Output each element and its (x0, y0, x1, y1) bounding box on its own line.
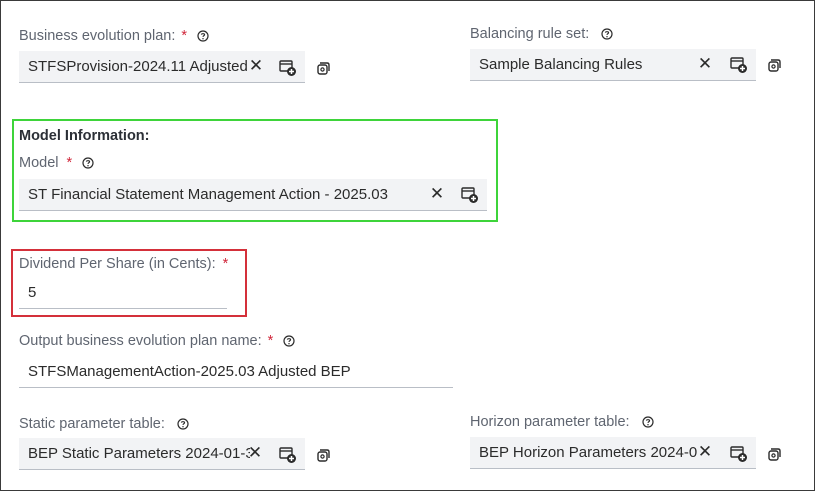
output-bep-name-value: STFSManagementAction-2025.03 Adjusted BE… (28, 363, 351, 380)
reset-icon[interactable] (766, 57, 782, 73)
horizon-parameter-table-label: Horizon parameter table: (470, 414, 654, 430)
balancing-rule-set-label: Balancing rule set: (470, 26, 613, 42)
business-evolution-plan-label: Business evolution plan: * (19, 28, 209, 44)
help-icon[interactable] (601, 28, 613, 40)
reset-icon[interactable] (315, 60, 331, 76)
output-bep-name-label: Output business evolution plan name: * (19, 333, 295, 349)
reset-icon[interactable] (766, 446, 782, 462)
model-field[interactable]: ST Financial Statement Management Action… (19, 179, 487, 211)
output-bep-name-input[interactable]: STFSManagementAction-2025.03 Adjusted BE… (19, 356, 453, 388)
balancing-rule-set-value: Sample Balancing Rules (479, 56, 643, 73)
required-marker: * (222, 256, 229, 272)
dividend-per-share-input[interactable]: 5 (19, 277, 227, 309)
model-label: Model * (19, 155, 94, 171)
static-parameter-table-value: BEP Static Parameters 2024-01-3 (28, 445, 250, 462)
clear-icon[interactable]: ✕ (697, 443, 713, 461)
add-table-icon[interactable] (730, 56, 748, 74)
dividend-per-share-label: Dividend Per Share (in Cents): * (19, 256, 229, 272)
add-table-icon[interactable] (730, 445, 748, 463)
business-evolution-plan-value: STFSProvision-2024.11 Adjusted (28, 58, 248, 75)
add-table-icon[interactable] (461, 186, 479, 204)
horizon-parameter-table-field[interactable]: BEP Horizon Parameters 2024-0 ✕ (470, 437, 756, 469)
add-table-icon[interactable] (279, 446, 297, 464)
help-icon[interactable] (197, 30, 209, 42)
parameters-panel: Business evolution plan: * STFSProvision… (0, 0, 815, 491)
help-icon[interactable] (283, 335, 295, 347)
required-marker: * (66, 155, 73, 171)
reset-icon[interactable] (315, 447, 331, 463)
help-icon[interactable] (82, 157, 94, 169)
help-icon[interactable] (177, 418, 189, 430)
clear-icon[interactable]: ✕ (247, 444, 263, 462)
required-marker: * (267, 333, 274, 349)
clear-icon[interactable]: ✕ (248, 57, 264, 75)
clear-icon[interactable]: ✕ (429, 185, 445, 203)
static-parameter-table-label: Static parameter table: (19, 416, 189, 432)
help-icon[interactable] (642, 416, 654, 428)
dividend-per-share-value: 5 (28, 284, 37, 301)
balancing-rule-set-field[interactable]: Sample Balancing Rules ✕ (470, 49, 756, 81)
horizon-parameter-table-value: BEP Horizon Parameters 2024-0 (479, 444, 698, 461)
static-parameter-table-field[interactable]: BEP Static Parameters 2024-01-3 ✕ (19, 438, 305, 470)
business-evolution-plan-field[interactable]: STFSProvision-2024.11 Adjusted ✕ (19, 51, 305, 83)
required-marker: * (181, 28, 188, 44)
model-value: ST Financial Statement Management Action… (28, 186, 388, 203)
add-table-icon[interactable] (279, 59, 297, 77)
clear-icon[interactable]: ✕ (697, 55, 713, 73)
model-information-heading: Model Information: (19, 128, 150, 144)
